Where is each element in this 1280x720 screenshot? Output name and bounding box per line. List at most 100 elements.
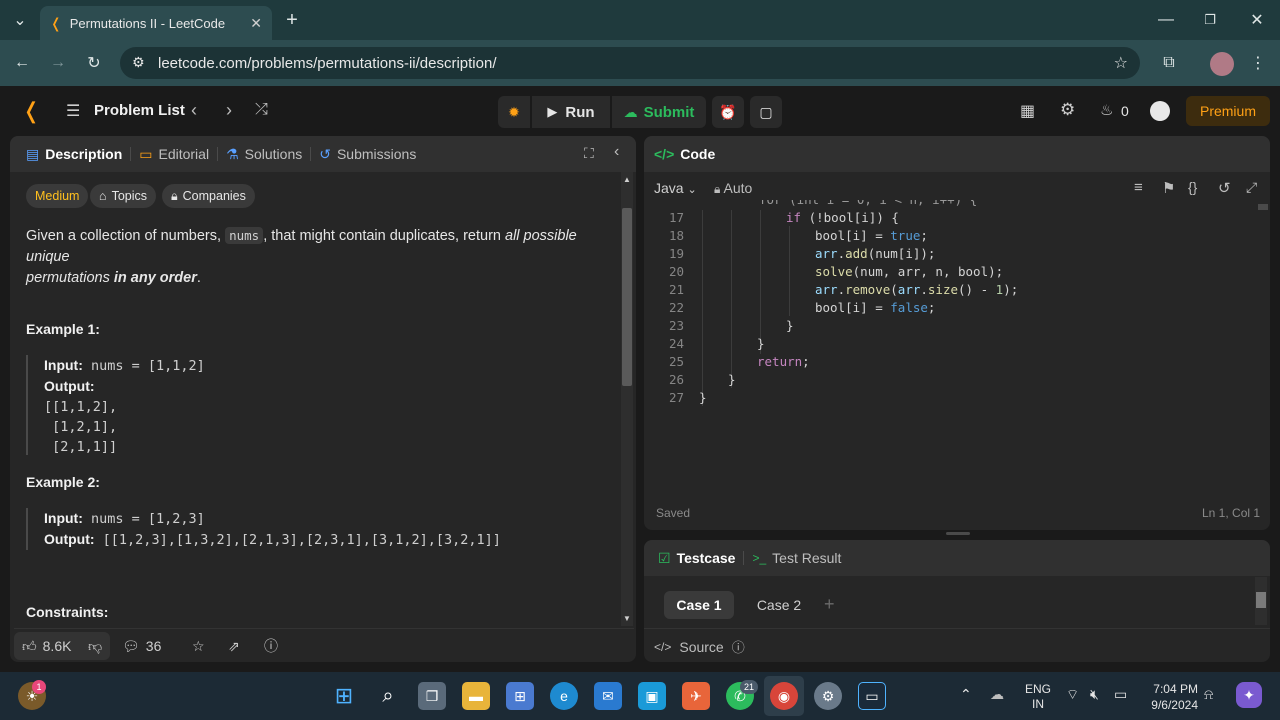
tab-description[interactable]: ▤ Description (18, 136, 130, 172)
description-scrollbar-thumb[interactable] (622, 208, 632, 386)
user-avatar[interactable] (1150, 101, 1170, 121)
comment-icon: 💬︎ (122, 637, 140, 654)
topics-chip[interactable]: ⌂ Topics (90, 184, 156, 208)
format-lines-icon[interactable]: ≡ (1134, 179, 1143, 196)
panel-resize-handle[interactable] (946, 532, 970, 535)
address-bar[interactable]: ⚙ leetcode.com/problems/permutations-ii/… (120, 47, 1140, 79)
azure-icon[interactable]: ▣ (638, 682, 666, 710)
example2-title: Example 2: (26, 474, 100, 490)
reset-icon[interactable]: ↺ (1218, 179, 1231, 197)
dislike-button[interactable]: 👎︎ (88, 634, 102, 658)
input-language[interactable]: ENG IN (1025, 682, 1051, 712)
tab-submissions[interactable]: ↺ Submissions (311, 136, 424, 172)
list-icon[interactable]: ☰ (66, 101, 80, 121)
editor-scrollbar-thumb[interactable] (1258, 204, 1268, 210)
debug-button[interactable]: ✹ (498, 96, 530, 128)
history-icon: ↺ (319, 145, 331, 162)
streak-flame-icon[interactable]: ♨ (1100, 101, 1113, 119)
task-view-icon[interactable]: ❐ (418, 682, 446, 710)
edge-browser-icon[interactable]: e (550, 682, 578, 710)
forward-arrow-icon[interactable]: → (44, 49, 72, 77)
comments-button[interactable]: 💬︎ 36 (122, 634, 161, 658)
tab-test-result[interactable]: >_ Test Result (744, 540, 849, 576)
help-circle-icon[interactable]: ⓘ (732, 637, 745, 656)
question-icon: ⓘ (264, 638, 278, 654)
profile-avatar[interactable] (1210, 52, 1234, 76)
maximize-icon[interactable]: ⛶ (584, 145, 594, 162)
testcase-footer-divider (644, 628, 1270, 629)
bookmark-icon[interactable]: ⚑ (1162, 179, 1175, 197)
windows-start-icon[interactable]: ⊞ (330, 682, 358, 710)
layout-grid-icon[interactable]: ▦ (1020, 101, 1035, 121)
mail-icon[interactable]: ✉ (594, 682, 622, 710)
problem-list-link[interactable]: Problem List (94, 102, 185, 119)
tray-chevron-up-icon[interactable]: ⌃ (960, 686, 972, 703)
extensions-puzzle-icon[interactable]: ⧉ (1155, 49, 1183, 77)
scroll-down-icon[interactable]: ▼ (623, 614, 631, 623)
help-button[interactable]: ⓘ (264, 634, 278, 658)
fullscreen-icon[interactable]: ⤢ (1246, 179, 1257, 196)
close-window-icon[interactable]: ✕ (1243, 6, 1271, 34)
input-label: Input: (44, 510, 83, 526)
statement-text: . (196, 270, 201, 286)
wifi-icon[interactable]: ⌔ (1066, 686, 1079, 704)
notification-bell-icon[interactable]: ⍾ (1204, 686, 1213, 703)
prev-problem-chevron-icon[interactable]: ‹ (191, 100, 197, 121)
tab-editorial[interactable]: ▭ Editorial (131, 136, 217, 172)
add-case-plus-icon[interactable]: + (824, 594, 835, 615)
settings-gear-icon[interactable]: ⚙ (1060, 100, 1075, 120)
site-settings-icon[interactable]: ⚙ (132, 54, 145, 71)
companies-chip[interactable]: 🔒︎ Companies (162, 184, 255, 208)
indent-guide (760, 210, 761, 354)
language-select[interactable]: Java ⌄ (654, 180, 697, 196)
source-link[interactable]: </> Source ⓘ (654, 637, 745, 656)
tab-close-icon[interactable]: ✕ (250, 15, 262, 32)
bookmark-star-icon[interactable]: ☆ (1114, 53, 1128, 73)
next-problem-chevron-icon[interactable]: › (226, 100, 232, 121)
clock[interactable]: 7:04 PM 9/6/2024 (1144, 681, 1198, 713)
settings-app-icon[interactable]: ⚙ (814, 682, 842, 710)
tab-solutions[interactable]: ⚗ Solutions (218, 136, 310, 172)
code-editor[interactable]: for (int i = 0; i < n; i++) { (644, 200, 1270, 500)
share-button[interactable]: ⇗ (228, 634, 240, 658)
onedrive-cloud-icon[interactable]: ☁ (990, 686, 1004, 703)
comment-count: 36 (145, 638, 162, 654)
difficulty-badge[interactable]: Medium (26, 184, 89, 208)
scroll-up-icon[interactable]: ▲ (623, 175, 631, 184)
copilot-icon[interactable]: ✦ (1236, 682, 1262, 708)
tab-testcase[interactable]: ☑ Testcase (650, 540, 743, 576)
code-line: bool[i] = false; (815, 300, 936, 315)
file-explorer-icon[interactable]: ▬ (462, 682, 490, 710)
collapse-chevron-icon[interactable]: ‹ (614, 143, 619, 161)
submit-button[interactable]: ☁ Submit (612, 96, 706, 128)
testcase-scrollbar-thumb[interactable] (1256, 592, 1266, 608)
timer-button[interactable]: ⏰ (712, 96, 744, 128)
minimize-icon[interactable]: — (1152, 6, 1180, 34)
run-button[interactable]: ▶ Run (532, 96, 610, 128)
postman-icon[interactable]: ✈ (682, 682, 710, 710)
case-1-tab[interactable]: Case 1 (664, 591, 734, 619)
battery-icon[interactable]: ▭ (1114, 686, 1127, 703)
reload-icon[interactable]: ↻ (80, 49, 108, 77)
chrome-menu-icon[interactable]: ⋮ (1244, 49, 1272, 77)
chevron-down-icon: ⌄ (687, 184, 697, 196)
new-tab-plus-icon[interactable]: + (278, 6, 306, 34)
premium-button[interactable]: Premium (1186, 96, 1270, 126)
auto-mode[interactable]: 🔒︎ Auto (714, 180, 752, 197)
terminal-app-icon[interactable]: ▭ (858, 682, 886, 710)
like-button[interactable]: 👍︎ 8.6K (22, 634, 71, 658)
favorite-button[interactable]: ☆ (192, 634, 205, 658)
leetcode-logo-icon[interactable]: ❬ (22, 98, 40, 124)
shuffle-icon[interactable]: ⤮ (255, 101, 268, 119)
volume-muted-icon[interactable]: 🔇︎ (1090, 686, 1099, 703)
tab-search-chevron-icon[interactable]: ⌄ (6, 6, 34, 34)
browser-tab[interactable]: ❬ Permutations II - LeetCode ✕ (40, 6, 272, 40)
chrome-browser-icon[interactable]: ◉ (770, 682, 798, 710)
notes-button[interactable]: ▢ (750, 96, 782, 128)
search-icon[interactable]: ⌕ (374, 682, 402, 710)
back-arrow-icon[interactable]: ← (8, 49, 36, 77)
ms-store-icon[interactable]: ⊞ (506, 682, 534, 710)
braces-icon[interactable]: {} (1188, 179, 1197, 195)
case-2-tab[interactable]: Case 2 (744, 591, 814, 619)
restore-icon[interactable]: ❐ (1196, 6, 1224, 34)
